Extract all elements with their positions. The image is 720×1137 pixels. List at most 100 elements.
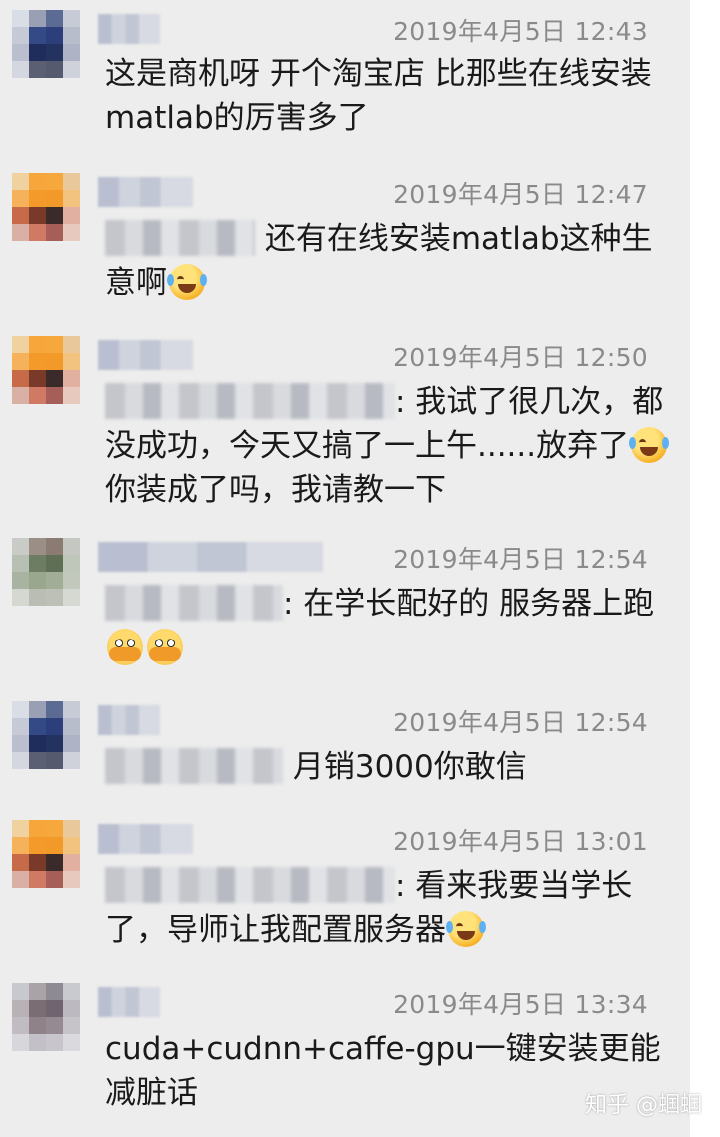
avatar-pixel	[63, 44, 80, 61]
avatar-pixel	[29, 224, 46, 241]
avatar-pixel	[12, 27, 29, 44]
avatar-pixel	[29, 44, 46, 61]
avatar-pixel	[29, 735, 46, 752]
avatar-pixel	[63, 1000, 80, 1017]
message-text[interactable]: : 看来我要当学长了，导师让我配置服务器	[105, 864, 675, 952]
avatar-pixel	[12, 572, 29, 589]
message-text[interactable]: : 我试了很几次，都没成功，今天又搞了一上午......放弃了 你装成了吗，我请教…	[105, 380, 675, 512]
chat-message: 2019年4月5日 12:54 月销3000你敢信	[0, 693, 720, 803]
avatar[interactable]	[12, 538, 80, 606]
avatar-pixel	[29, 61, 46, 78]
avatar-pixel	[63, 1034, 80, 1051]
avatar-pixel	[46, 854, 63, 871]
avatar-pixel	[46, 370, 63, 387]
avatar-pixel	[29, 370, 46, 387]
avatar-pixel	[29, 190, 46, 207]
avatar-pixel	[12, 854, 29, 871]
avatar-pixel	[46, 555, 63, 572]
avatar-pixel	[63, 207, 80, 224]
avatar-pixel	[12, 173, 29, 190]
avatar-pixel	[63, 837, 80, 854]
avatar-pixel	[29, 837, 46, 854]
avatar-pixel	[46, 61, 63, 78]
avatar-pixel	[12, 370, 29, 387]
avatar-pixel	[46, 44, 63, 61]
avatar-pixel	[12, 61, 29, 78]
avatar-pixel	[63, 173, 80, 190]
avatar-pixel	[12, 224, 29, 241]
avatar-pixel	[46, 589, 63, 606]
avatar-pixel	[46, 353, 63, 370]
avatar-pixel	[63, 353, 80, 370]
message-timestamp: 2019年4月5日 12:54	[393, 545, 648, 574]
avatar-pixel	[12, 10, 29, 27]
avatar[interactable]	[12, 173, 80, 241]
mention-blurred	[105, 220, 255, 256]
avatar-pixel	[12, 387, 29, 404]
avatar-pixel	[12, 44, 29, 61]
avatar-pixel	[46, 871, 63, 888]
message-text[interactable]: 还有在线安装matlab这种生意啊	[105, 217, 675, 305]
sender-name-blurred	[98, 824, 193, 854]
avatar-pixel	[63, 10, 80, 27]
avatar[interactable]	[12, 336, 80, 404]
avatar-pixel	[29, 10, 46, 27]
avatar-pixel	[12, 1034, 29, 1051]
avatar[interactable]	[12, 983, 80, 1051]
avatar-pixel	[63, 27, 80, 44]
avatar-pixel	[63, 370, 80, 387]
laugh-cry-emoji-icon	[167, 264, 207, 300]
laugh-cry-emoji-icon	[629, 427, 670, 463]
avatar-pixel	[46, 983, 63, 1000]
avatar-pixel	[29, 207, 46, 224]
sender-name-blurred	[98, 705, 160, 735]
avatar-pixel	[29, 589, 46, 606]
avatar-pixel	[12, 538, 29, 555]
avatar-pixel	[63, 190, 80, 207]
avatar-pixel	[63, 387, 80, 404]
chat-feed: 2019年4月5日 12:43 这是商机呀 开个淘宝店 比那些在线安装matla…	[0, 0, 720, 1137]
avatar-pixel	[46, 701, 63, 718]
avatar-pixel	[12, 589, 29, 606]
avatar[interactable]	[12, 10, 80, 78]
avatar-pixel	[63, 224, 80, 241]
right-edge-panel	[690, 0, 720, 1137]
peeking-emoji-icon	[107, 629, 143, 665]
avatar-pixel	[29, 27, 46, 44]
avatar-pixel	[46, 718, 63, 735]
avatar-pixel	[29, 1000, 46, 1017]
avatar-pixel	[46, 837, 63, 854]
avatar-pixel	[29, 336, 46, 353]
avatar-pixel	[29, 555, 46, 572]
avatar-pixel	[63, 701, 80, 718]
avatar-pixel	[46, 735, 63, 752]
chat-message: 2019年4月5日 12:54 : 在学长配好的 服务器上跑	[0, 530, 720, 680]
avatar-pixel	[63, 555, 80, 572]
avatar-pixel	[29, 1017, 46, 1034]
message-text[interactable]: 月销3000你敢信	[105, 745, 675, 789]
avatar-pixel	[29, 173, 46, 190]
avatar-pixel	[63, 718, 80, 735]
avatar[interactable]	[12, 820, 80, 888]
mention-blurred	[105, 748, 283, 784]
chat-message: 2019年4月5日 12:43 这是商机呀 开个淘宝店 比那些在线安装matla…	[0, 2, 720, 154]
avatar-pixel	[63, 1017, 80, 1034]
message-timestamp: 2019年4月5日 12:43	[393, 17, 648, 46]
avatar-pixel	[46, 1017, 63, 1034]
message-text[interactable]: 这是商机呀 开个淘宝店 比那些在线安装matlab的厉害多了	[105, 52, 675, 140]
mention-blurred	[105, 585, 283, 621]
peeking-emoji-icon	[147, 629, 183, 665]
avatar-pixel	[46, 820, 63, 837]
avatar-pixel	[12, 820, 29, 837]
mention-blurred	[105, 867, 395, 903]
sender-name-blurred	[98, 177, 193, 207]
avatar-pixel	[63, 336, 80, 353]
sender-name-blurred	[98, 542, 323, 572]
sender-name-blurred	[98, 340, 193, 370]
avatar[interactable]	[12, 701, 80, 769]
avatar-pixel	[12, 752, 29, 769]
sender-name-blurred	[98, 987, 160, 1017]
avatar-pixel	[12, 983, 29, 1000]
message-timestamp: 2019年4月5日 13:01	[393, 827, 648, 856]
message-text[interactable]: : 在学长配好的 服务器上跑	[105, 582, 675, 670]
